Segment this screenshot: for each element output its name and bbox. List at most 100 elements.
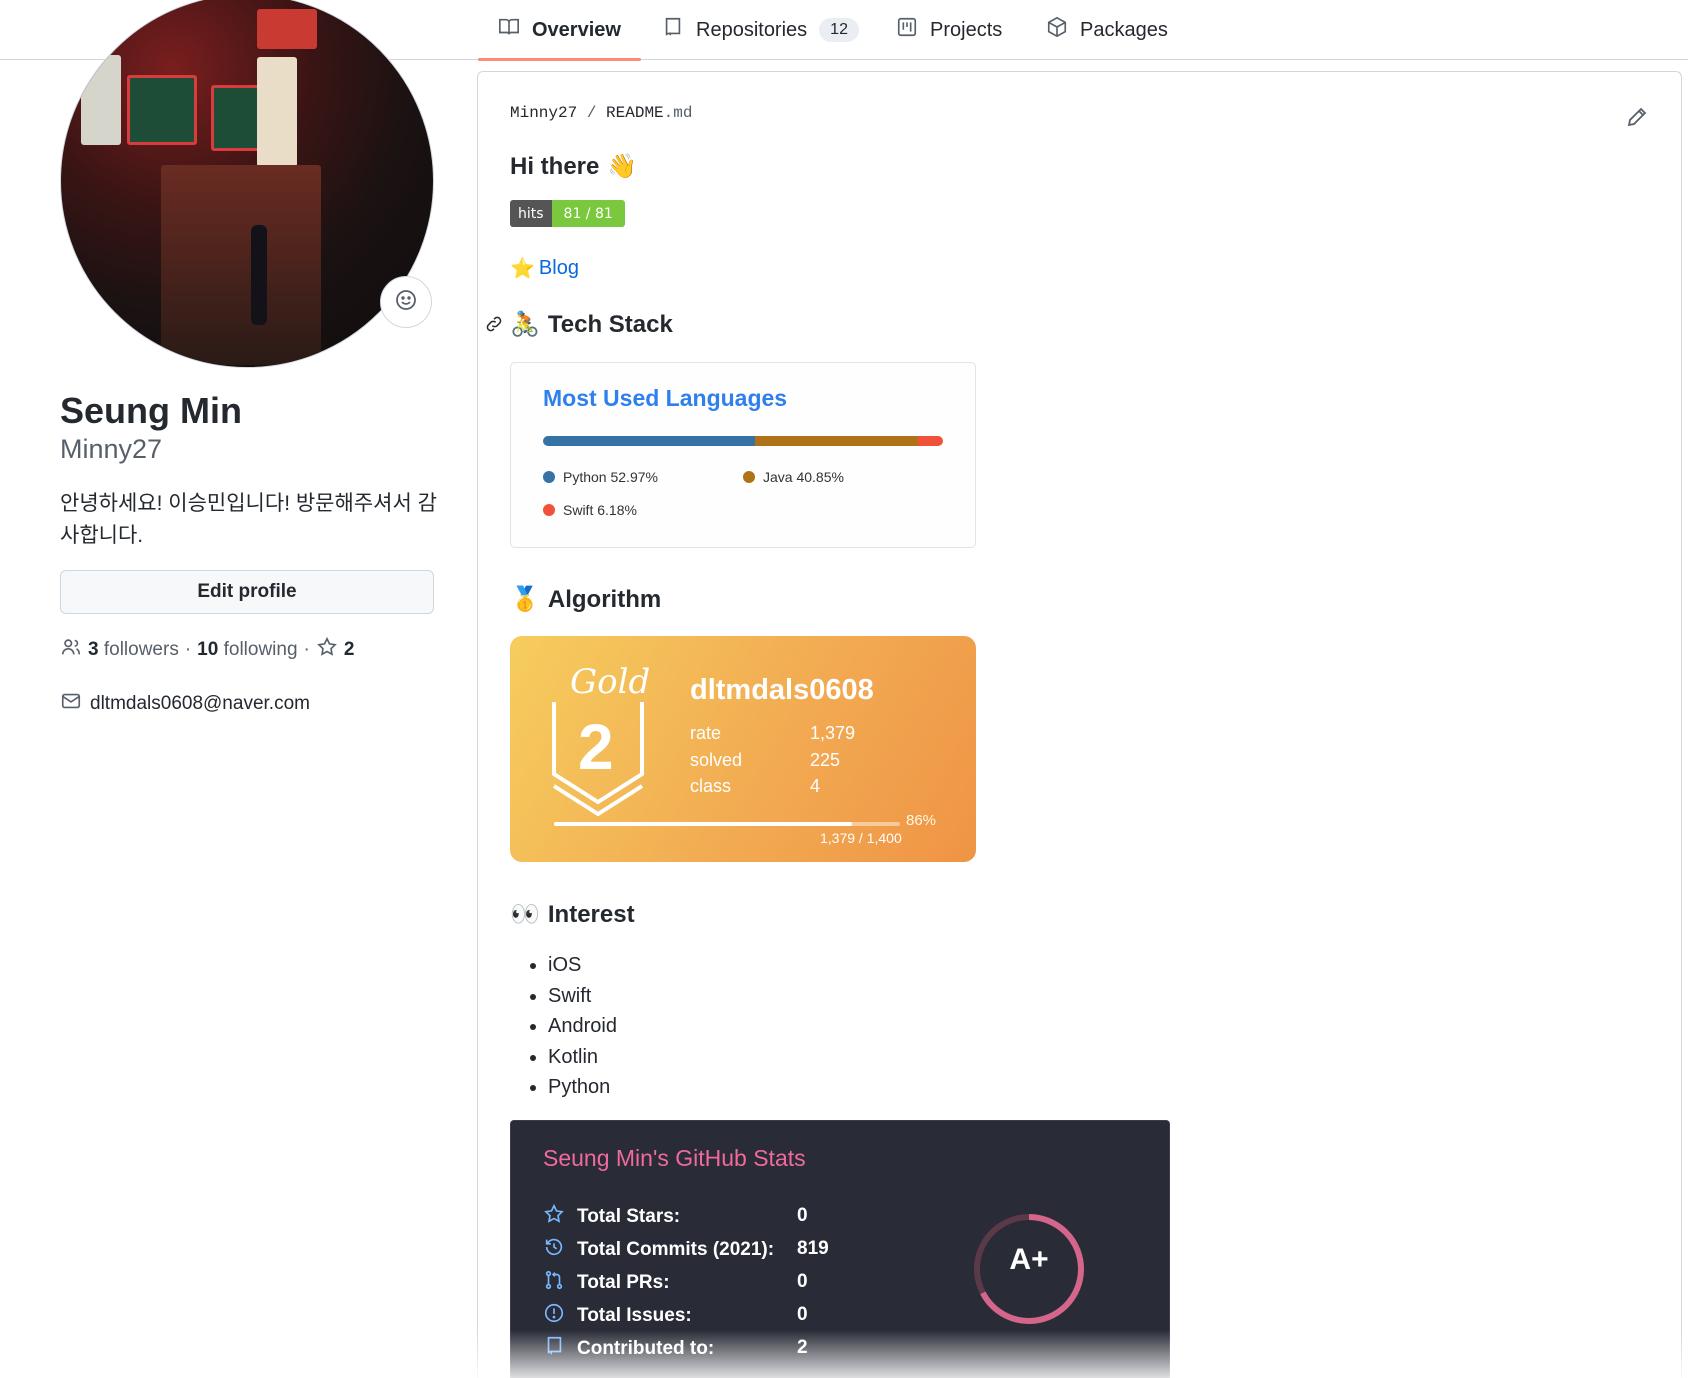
followers-label: followers — [103, 639, 179, 660]
project-icon — [896, 16, 918, 44]
language-label: Python 52.97% — [563, 469, 658, 485]
rate-label: rate — [690, 723, 722, 743]
solvedac-handle: dltmdals0608 — [690, 674, 874, 706]
solvedac-badge-card[interactable]: Gold 2 dltmdals0608 rate 1,379 solved 22… — [510, 636, 976, 862]
interest-heading: 👀 Interest — [510, 900, 635, 929]
rate-value: 1,379 — [810, 723, 856, 743]
set-status-button[interactable] — [380, 276, 432, 328]
smiley-icon — [394, 288, 418, 317]
pull-request-icon — [543, 1269, 565, 1297]
class-label: class — [690, 776, 732, 796]
language-dot — [543, 504, 555, 516]
languages-bar — [543, 436, 943, 446]
profile-full-name: Seung Min — [60, 390, 242, 431]
follow-stats: 3 followers · 10 following · 2 — [60, 636, 354, 664]
profile-username: Minny27 — [60, 434, 163, 464]
wave-icon: 👋 — [607, 153, 638, 180]
readme-path-file[interactable]: README — [606, 104, 664, 122]
language-legend-python: Python 52.97% — [543, 469, 658, 485]
repo-icon — [662, 16, 684, 44]
pencil-icon — [1625, 107, 1649, 133]
people-icon — [60, 636, 82, 664]
medal-icon: 🥇 — [510, 586, 540, 613]
list-item: iOS — [548, 950, 617, 981]
mail-icon — [60, 690, 82, 718]
solved-value: 225 — [810, 750, 841, 770]
following-link[interactable]: 10 following — [197, 639, 297, 661]
stat-label: Contributed to: — [577, 1338, 715, 1359]
tier-name: Gold — [570, 662, 651, 702]
stat-value: 0 — [797, 1271, 808, 1292]
stat-label: Total Stars: — [577, 1206, 681, 1227]
star-emoji-icon: ⭐ — [510, 258, 535, 280]
profile-email[interactable]: dltmdals0608@naver.com — [60, 690, 310, 718]
tab-overview[interactable]: Overview — [478, 0, 641, 61]
interest-list: iOS Swift Android Kotlin Python — [548, 950, 617, 1103]
stat-total-issues: Total Issues: — [543, 1302, 692, 1330]
stat-total-prs: Total PRs: — [543, 1269, 670, 1297]
list-item: Kotlin — [548, 1042, 617, 1073]
issue-icon — [543, 1302, 565, 1330]
tier-progress-percent: 86% — [906, 812, 937, 829]
tier-level: 2 — [578, 711, 614, 783]
language-dot — [543, 471, 555, 483]
most-used-languages-card[interactable]: Most Used Languages Python 52.97% Java 4… — [510, 362, 976, 548]
greeting-text: Hi there — [510, 152, 600, 180]
tab-repositories[interactable]: Repositories 12 — [662, 0, 859, 60]
algorithm-heading: 🥇 Algorithm — [510, 585, 661, 614]
blog-link[interactable]: ⭐ Blog — [510, 256, 579, 281]
eyes-icon: 👀 — [510, 901, 540, 928]
blog-label: Blog — [538, 257, 579, 279]
stat-contributed-to: Contributed to: — [543, 1335, 714, 1363]
language-dot — [743, 471, 755, 483]
readme-path-user[interactable]: Minny27 — [510, 104, 577, 122]
stars-link[interactable]: 2 — [316, 636, 355, 664]
stat-value: 0 — [797, 1304, 808, 1325]
stats-card-title: Seung Min's GitHub Stats — [543, 1145, 806, 1171]
anchor-link-icon[interactable] — [484, 314, 504, 339]
stat-total-commits: Total Commits (2021): — [543, 1236, 774, 1264]
star-icon — [316, 636, 338, 664]
edit-profile-button[interactable]: Edit profile — [60, 570, 434, 614]
language-segment-python — [543, 436, 755, 446]
stat-value: 819 — [797, 1238, 829, 1259]
algorithm-text: Algorithm — [547, 585, 662, 613]
tab-projects[interactable]: Projects — [896, 0, 1002, 60]
followers-link[interactable]: 3 followers — [88, 639, 179, 661]
avatar[interactable] — [60, 0, 434, 368]
edit-readme-button[interactable] — [1625, 105, 1649, 129]
tier-progress-text: 1,379 / 1,400 — [820, 830, 902, 846]
list-item: Android — [548, 1011, 617, 1042]
stat-label: Total PRs: — [577, 1272, 670, 1293]
history-icon — [543, 1236, 565, 1264]
solved-label: solved — [690, 750, 743, 770]
separator: · — [303, 639, 310, 660]
language-label: Swift 6.18% — [563, 502, 637, 518]
hits-badge-label: hits — [510, 200, 552, 227]
language-segment-java — [754, 436, 919, 446]
hits-badge-value: 81 / 81 — [551, 200, 625, 227]
book-icon — [498, 16, 520, 44]
email-text: dltmdals0608@naver.com — [90, 693, 310, 714]
tab-label: Repositories — [696, 18, 808, 41]
tech-stack-heading: 🚴 Tech Stack — [510, 310, 673, 339]
stars-count: 2 — [343, 639, 355, 660]
readme-path-ext: .md — [663, 104, 693, 122]
github-stats-card[interactable]: Seung Min's GitHub Stats Total Stars: 0 … — [510, 1120, 1170, 1378]
list-item: Swift — [548, 981, 617, 1012]
readme-path-separator: / — [586, 104, 597, 122]
stat-label: Total Issues: — [577, 1305, 692, 1326]
tab-label: Packages — [1080, 18, 1168, 41]
hits-badge: hits 81 / 81 — [510, 200, 625, 227]
rank-grade: A+ — [1009, 1243, 1049, 1276]
stat-value: 0 — [797, 1205, 808, 1226]
tab-packages[interactable]: Packages — [1046, 0, 1168, 60]
readme-path: Minny27 / README.md — [510, 104, 692, 122]
readme-greeting: Hi there 👋 — [510, 152, 637, 181]
followers-count: 3 — [88, 639, 99, 660]
language-legend-swift: Swift 6.18% — [543, 502, 637, 518]
separator: · — [184, 639, 192, 660]
stat-label: Total Commits (2021): — [577, 1239, 775, 1260]
list-item: Python — [548, 1072, 617, 1103]
tab-label: Overview — [532, 18, 621, 41]
